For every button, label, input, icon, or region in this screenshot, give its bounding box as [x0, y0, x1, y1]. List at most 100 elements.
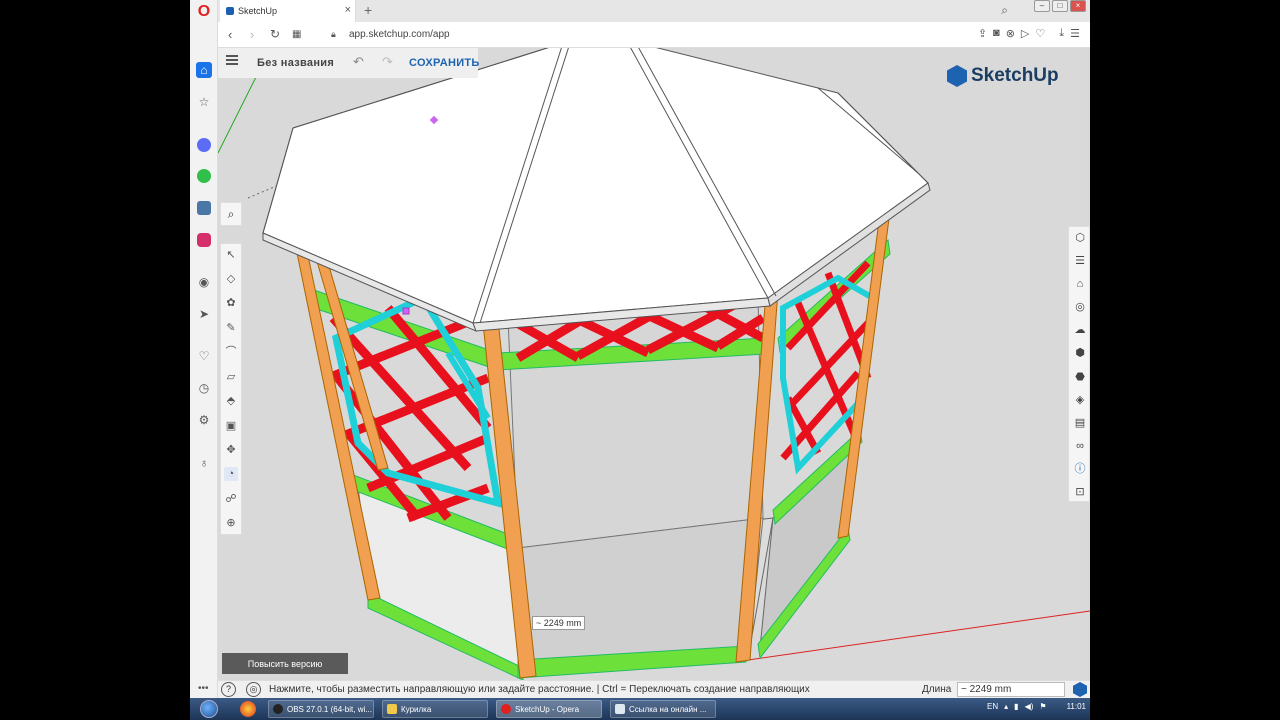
share-icon[interactable]: ⇪: [978, 27, 987, 40]
section-plane-tool-icon[interactable]: ⊕: [224, 516, 238, 530]
url-field[interactable]: app.sketchup.com/app: [349, 29, 450, 40]
windows-taskbar: OBS 27.0.1 (64-bit, wi... Курилка Sketch…: [190, 698, 1090, 720]
help-icon[interactable]: ?: [221, 682, 236, 697]
tray-arrow-icon[interactable]: ▴: [1004, 702, 1008, 711]
new-tab-button[interactable]: +: [364, 2, 372, 18]
gazebo-model: [218, 48, 1090, 680]
whatsapp-icon[interactable]: [196, 168, 212, 184]
settings-gear-icon[interactable]: ⚙: [196, 412, 212, 428]
inference-marker: [402, 307, 410, 315]
materials-icon[interactable]: ◎: [1073, 300, 1087, 314]
home-icon[interactable]: ⌂: [196, 62, 212, 78]
globe-icon[interactable]: ◎: [246, 682, 261, 697]
layers-icon[interactable]: ☰: [1073, 254, 1087, 268]
browser-window: O ⌂ ☆ ◉ ➤ ♡ ◷ ⚙ ♁ ••• SketchUp × + ⌕ – □…: [190, 0, 1090, 720]
flag-icon[interactable]: ⚑: [1039, 702, 1046, 711]
player-icon[interactable]: ◉: [196, 274, 212, 290]
chrome-pinned-icon[interactable]: [240, 701, 256, 717]
easy-setup-icon[interactable]: ☰: [1070, 27, 1080, 40]
lightbulb-icon[interactable]: ♁: [196, 455, 212, 471]
entity-info-icon[interactable]: ⬡: [1073, 231, 1087, 245]
left-toolbar: ↖ ◇ ✿ ✎ ⌒ ▱ ⬘ ▣ ✥ ◔ ☍ ⊕: [220, 243, 242, 535]
network-icon[interactable]: ▮: [1014, 702, 1018, 711]
lock-icon: 🔒︎: [331, 29, 336, 39]
volume-icon[interactable]: ◀): [1025, 702, 1034, 711]
opera-logo-icon[interactable]: O: [196, 3, 212, 20]
solar-icon[interactable]: ⊡: [1073, 485, 1087, 499]
tab-close-icon[interactable]: ×: [345, 4, 351, 16]
clock[interactable]: 11:01: [1067, 702, 1086, 711]
reload-icon[interactable]: ↻: [270, 27, 280, 41]
arc-tool-icon[interactable]: ⌒: [224, 345, 238, 359]
push-pull-tool-icon[interactable]: ⬘: [224, 394, 238, 408]
taskbar-item-notepad[interactable]: Ссылка на онлайн ...: [610, 700, 716, 718]
sketchup-status-icon[interactable]: [1073, 682, 1087, 697]
address-actions: ⇪ ◙ ⊗ ▷ ♡ ⤓ ☰: [978, 27, 1080, 40]
flow-icon[interactable]: ▷: [1021, 27, 1029, 40]
minimize-button[interactable]: –: [1034, 0, 1050, 12]
save-button[interactable]: СОХРАНИТЬ: [409, 57, 480, 69]
length-input[interactable]: [957, 682, 1065, 697]
right-panel-toolbar: ⬡ ☰ ⌂ ◎ ☁ ⬢ ⬣ ◈ ▤ ∞ ⓘ ⊡: [1068, 226, 1090, 502]
pencil-tool-icon[interactable]: ✎: [224, 321, 238, 335]
taskbar-item-obs[interactable]: OBS 27.0.1 (64-bit, wi...: [268, 700, 374, 718]
taskbar-item-label: OBS 27.0.1 (64-bit, wi...: [287, 704, 372, 714]
offset-tool-icon[interactable]: ▣: [224, 419, 238, 433]
tab-bar: SketchUp × + ⌕ – □ ×: [218, 0, 1090, 22]
move-tool-icon[interactable]: ✥: [224, 443, 238, 457]
select-tool-icon[interactable]: ↖: [224, 248, 238, 262]
opera-sidebar: O ⌂ ☆ ◉ ➤ ♡ ◷ ⚙ ♁ •••: [190, 0, 218, 698]
undo-icon[interactable]: ↶: [353, 54, 364, 70]
back-icon[interactable]: ‹: [228, 27, 232, 42]
taskbar-item-label: SketchUp - Opera: [515, 704, 580, 714]
opera-icon: [501, 704, 511, 714]
vk-icon[interactable]: [196, 200, 212, 216]
tape-measure-tool-icon[interactable]: ◔: [224, 467, 238, 481]
rectangle-tool-icon[interactable]: ▱: [224, 370, 238, 384]
messenger-icon[interactable]: [196, 137, 212, 153]
heart-icon[interactable]: ♡: [196, 348, 212, 364]
status-hint: Нажмите, чтобы разместить направляющую и…: [269, 684, 810, 695]
redo-icon[interactable]: ↷: [382, 54, 393, 70]
download-icon[interactable]: ⤓: [1059, 27, 1064, 40]
scenes-icon[interactable]: ▤: [1073, 416, 1087, 430]
display-icon[interactable]: ∞: [1073, 439, 1087, 453]
close-window-button[interactable]: ×: [1070, 0, 1086, 12]
language-indicator[interactable]: EN: [987, 702, 998, 711]
green-axis: [218, 72, 259, 154]
heart-icon[interactable]: ♡: [1035, 27, 1045, 40]
paint-tool-icon[interactable]: ✿: [224, 296, 238, 310]
more-dots-icon[interactable]: •••: [198, 683, 209, 694]
dimension-tooltip: ~ 2249 mm: [532, 616, 586, 630]
eraser-tool-icon[interactable]: ◇: [224, 272, 238, 286]
tab-sketchup[interactable]: SketchUp ×: [220, 0, 356, 22]
tabs-grid-icon[interactable]: ▦: [292, 29, 301, 40]
hamburger-menu-icon[interactable]: [226, 55, 238, 65]
tags-icon[interactable]: ◈: [1073, 393, 1087, 407]
forward-icon[interactable]: ›: [250, 27, 254, 42]
taskbar-item-opera[interactable]: SketchUp - Opera: [496, 700, 602, 718]
folder-icon: [387, 704, 397, 714]
camera-icon[interactable]: ◙: [993, 27, 1000, 40]
file-title[interactable]: Без названия: [257, 57, 334, 69]
sketchup-logo: SketchUp: [947, 65, 1059, 87]
outliner-icon[interactable]: ⬣: [1073, 370, 1087, 384]
search-tool-icon[interactable]: ⌕: [220, 202, 242, 226]
instagram-icon[interactable]: [196, 232, 212, 248]
info-icon[interactable]: ⓘ: [1073, 462, 1087, 476]
history-icon[interactable]: ◷: [196, 380, 212, 396]
sketchup-viewport[interactable]: Без названия ↶ ↷ СОХРАНИТЬ SketchUp ⌕ ↖ …: [218, 48, 1090, 680]
start-button[interactable]: [192, 698, 226, 720]
desktop: O ⌂ ☆ ◉ ➤ ♡ ◷ ⚙ ♁ ••• SketchUp × + ⌕ – □…: [0, 0, 1280, 720]
send-icon[interactable]: ➤: [196, 306, 212, 322]
maximize-button[interactable]: □: [1052, 0, 1068, 12]
components-icon[interactable]: ⬢: [1073, 346, 1087, 360]
tab-search-icon[interactable]: ⌕: [1001, 3, 1008, 18]
upgrade-button[interactable]: Повысить версию: [222, 653, 348, 674]
styles-icon[interactable]: ☁: [1073, 323, 1087, 337]
adblock-icon[interactable]: ⊗: [1006, 27, 1015, 40]
taskbar-item-folder[interactable]: Курилка: [382, 700, 488, 718]
instructor-icon[interactable]: ⌂: [1073, 277, 1087, 291]
walk-tool-icon[interactable]: ☍: [224, 492, 238, 506]
bookmarks-icon[interactable]: ☆: [196, 94, 212, 110]
